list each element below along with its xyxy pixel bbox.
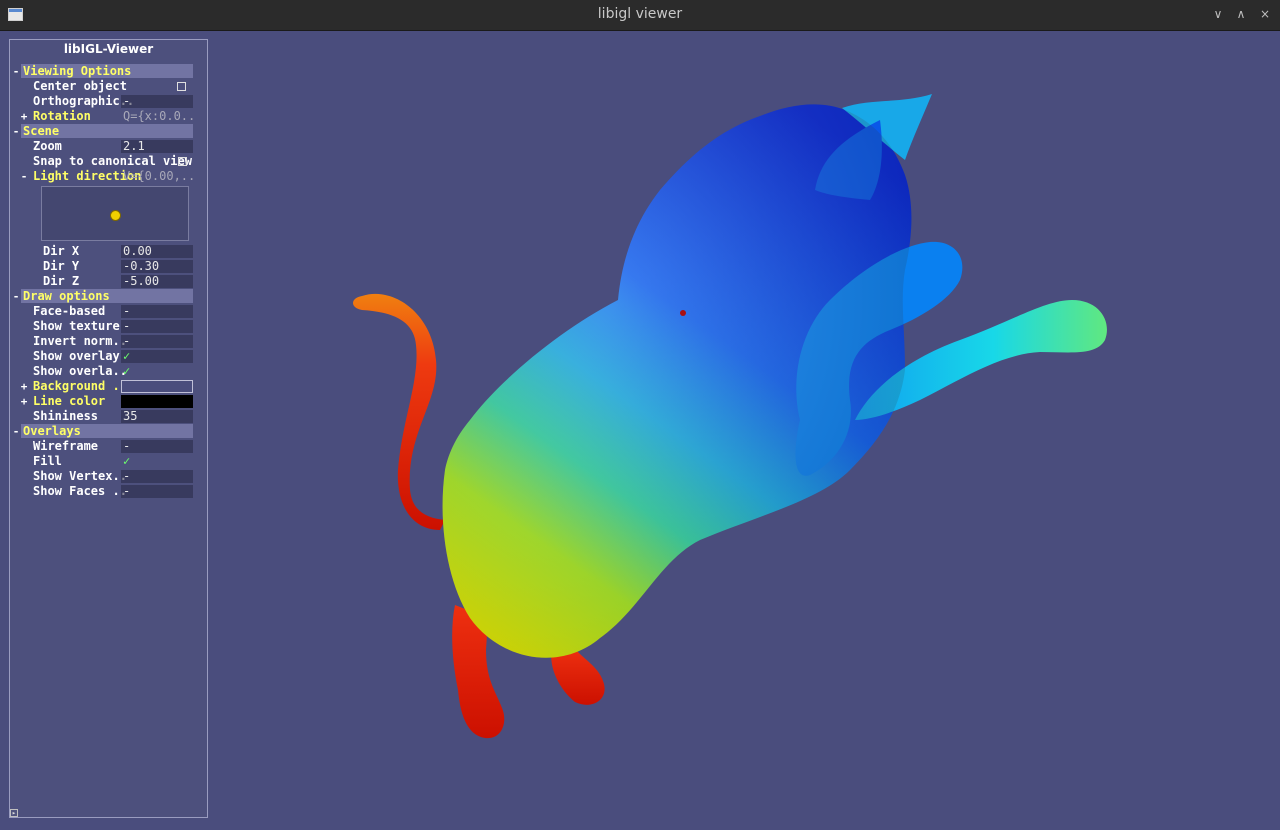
minimize-icon[interactable]: ∨ bbox=[1210, 6, 1226, 22]
orthographic-label: Orthographic.. bbox=[33, 94, 135, 108]
dir-z-row[interactable]: Dir Z -5.00 bbox=[10, 274, 207, 289]
wireframe-row[interactable]: Wireframe - bbox=[10, 439, 207, 454]
dir-x-value[interactable]: 0.00 bbox=[121, 245, 193, 258]
line-color-row[interactable]: + Line color bbox=[10, 394, 207, 409]
center-object-row[interactable]: Center object bbox=[10, 79, 207, 94]
show-overlay-depth-row[interactable]: Show overla.. ✓ bbox=[10, 364, 207, 379]
group-viewing-options[interactable]: - Viewing Options bbox=[10, 64, 207, 79]
fill-row[interactable]: Fill ✓ bbox=[10, 454, 207, 469]
wireframe-label: Wireframe bbox=[33, 439, 99, 453]
light-direction-row[interactable]: - Light direction V={0.00,.. bbox=[10, 169, 207, 184]
tweak-bar-panel[interactable]: libIGL-Viewer - Viewing Options Center o… bbox=[9, 39, 208, 818]
face-based-label: Face-based bbox=[33, 304, 106, 318]
show-faces-row[interactable]: Show Faces .. - bbox=[10, 484, 207, 499]
show-vertex-label: Show Vertex.. bbox=[33, 469, 127, 483]
group-draw-options[interactable]: - Draw options bbox=[10, 289, 207, 304]
light-direction-widget[interactable] bbox=[41, 186, 189, 241]
line-color-label: Line color bbox=[33, 394, 106, 408]
show-texture-value[interactable]: - bbox=[121, 320, 193, 333]
background-label: Background .. bbox=[33, 379, 127, 393]
wireframe-value[interactable]: - bbox=[121, 440, 193, 453]
orthographic-row[interactable]: Orthographic.. - bbox=[10, 94, 207, 109]
checkbox-icon[interactable] bbox=[177, 82, 186, 91]
background-color-swatch[interactable] bbox=[121, 380, 193, 393]
light-ball-icon[interactable] bbox=[110, 210, 121, 221]
dir-y-value[interactable]: -0.30 bbox=[121, 260, 193, 273]
show-overlay-depth-label: Show overla.. bbox=[33, 364, 127, 378]
dir-y-label: Dir Y bbox=[43, 259, 80, 273]
snap-label: Snap to canonical view bbox=[33, 154, 192, 168]
dir-x-row[interactable]: Dir X 0.00 bbox=[10, 244, 207, 259]
orthographic-value[interactable]: - bbox=[121, 95, 193, 108]
group-overlays[interactable]: - Overlays bbox=[10, 424, 207, 439]
center-object-label: Center object bbox=[33, 79, 127, 93]
show-vertex-row[interactable]: Show Vertex.. - bbox=[10, 469, 207, 484]
shininess-row[interactable]: Shininess 35 bbox=[10, 409, 207, 424]
show-faces-value[interactable]: - bbox=[121, 485, 193, 498]
fill-value[interactable]: ✓ bbox=[121, 455, 193, 468]
dir-z-label: Dir Z bbox=[43, 274, 80, 288]
face-based-row[interactable]: Face-based - bbox=[10, 304, 207, 319]
show-overlay-depth-value[interactable]: ✓ bbox=[121, 365, 193, 378]
shininess-value[interactable]: 35 bbox=[121, 410, 193, 423]
shininess-label: Shininess bbox=[33, 409, 99, 423]
group-label: Scene bbox=[23, 124, 60, 138]
check-icon: ✓ bbox=[123, 365, 131, 378]
line-color-swatch[interactable] bbox=[121, 395, 193, 408]
zoom-label: Zoom bbox=[33, 139, 62, 153]
show-overlay-label: Show overlay bbox=[33, 349, 120, 363]
group-scene[interactable]: - Scene bbox=[10, 124, 207, 139]
maximize-icon[interactable]: ∧ bbox=[1233, 6, 1249, 22]
show-overlay-value[interactable]: ✓ bbox=[121, 350, 193, 363]
close-icon[interactable]: × bbox=[1257, 6, 1273, 22]
show-vertex-value[interactable]: - bbox=[121, 470, 193, 483]
show-overlay-row[interactable]: Show overlay ✓ bbox=[10, 349, 207, 364]
snap-row[interactable]: Snap to canonical view bbox=[10, 154, 207, 169]
rotation-value[interactable]: Q={x:0.0.. bbox=[121, 110, 193, 123]
face-based-value[interactable]: - bbox=[121, 305, 193, 318]
invert-normals-label: Invert norm.. bbox=[33, 334, 127, 348]
invert-normals-value[interactable]: - bbox=[121, 335, 193, 348]
group-label: Viewing Options bbox=[23, 64, 132, 78]
collapse-icon[interactable]: - bbox=[20, 169, 28, 184]
light-direction-value[interactable]: V={0.00,.. bbox=[121, 170, 193, 183]
collapse-icon[interactable]: - bbox=[12, 424, 20, 439]
checkbox-icon[interactable] bbox=[178, 157, 187, 166]
expand-icon[interactable]: + bbox=[20, 109, 28, 124]
background-row[interactable]: + Background .. bbox=[10, 379, 207, 394]
fill-label: Fill bbox=[33, 454, 62, 468]
invert-normals-row[interactable]: Invert norm.. - bbox=[10, 334, 207, 349]
window-titlebar: libigl viewer ∨ ∧ × bbox=[0, 0, 1280, 31]
check-icon: ✓ bbox=[123, 350, 131, 363]
window-title: libigl viewer bbox=[597, 6, 683, 22]
group-label: Draw options bbox=[23, 289, 110, 303]
check-icon: ✓ bbox=[123, 455, 131, 468]
dir-y-row[interactable]: Dir Y -0.30 bbox=[10, 259, 207, 274]
expand-icon[interactable]: + bbox=[20, 379, 28, 394]
zoom-row[interactable]: Zoom 2.1 bbox=[10, 139, 207, 154]
expand-icon[interactable]: + bbox=[20, 394, 28, 409]
rotation-row[interactable]: + Rotation Q={x:0.0.. bbox=[10, 109, 207, 124]
show-faces-label: Show Faces .. bbox=[33, 484, 127, 498]
collapse-icon[interactable]: - bbox=[12, 124, 20, 139]
panel-title: libIGL-Viewer bbox=[63, 42, 154, 56]
dir-z-value[interactable]: -5.00 bbox=[121, 275, 193, 288]
collapse-icon[interactable]: - bbox=[12, 289, 20, 304]
zoom-value[interactable]: 2.1 bbox=[121, 140, 193, 153]
show-texture-label: Show texture bbox=[33, 319, 120, 333]
resize-corner-icon[interactable]: ▸ bbox=[10, 809, 18, 817]
dir-x-label: Dir X bbox=[43, 244, 80, 258]
rotation-label: Rotation bbox=[33, 109, 91, 123]
show-texture-row[interactable]: Show texture - bbox=[10, 319, 207, 334]
group-label: Overlays bbox=[23, 424, 81, 438]
collapse-icon[interactable]: - bbox=[12, 64, 20, 79]
